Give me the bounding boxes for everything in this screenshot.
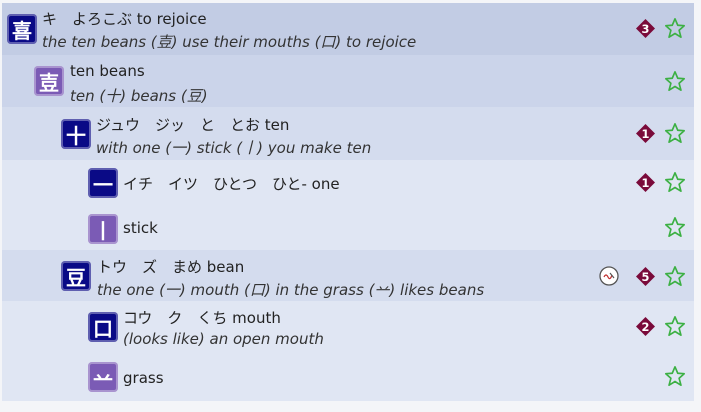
kanji-row-一: 一 イチ イツ ひとつ ひと- one 1 xyxy=(2,160,694,206)
kanji-reading: コウ ク くち mouth xyxy=(123,309,281,327)
kanji-mnemonic: ten (十) beans (豆) xyxy=(70,87,208,105)
kanji-breakdown-panel: 喜 キ よろこぶ to rejoice the ten beans (壴) us… xyxy=(2,3,694,401)
kanji-tile[interactable]: 喜 xyxy=(7,14,37,44)
kanji-row-壴: 壴 ten beans ten (十) beans (豆) xyxy=(2,55,694,107)
kanji-row-喜: 喜 キ よろこぶ to rejoice the ten beans (壴) us… xyxy=(2,3,694,55)
svg-text:5: 5 xyxy=(642,270,650,284)
frequency-badge-icon: 1 xyxy=(636,124,655,143)
kanji-tile[interactable]: 壴 xyxy=(34,66,64,96)
kanji-mnemonic: with one (一) stick (丨) you make ten xyxy=(96,139,372,157)
kanji-tile[interactable]: 口 xyxy=(88,312,118,342)
svg-text:3: 3 xyxy=(642,22,650,36)
kanji-tile[interactable]: 豆 xyxy=(61,261,91,291)
kanji-mnemonic: the ten beans (壴) use their mouths (口) t… xyxy=(42,33,417,51)
frequency-badge-icon: 2 xyxy=(636,317,655,336)
kanji-tile[interactable]: 一 xyxy=(88,168,118,198)
favorite-star-icon[interactable] xyxy=(664,315,686,337)
favorite-star-icon[interactable] xyxy=(664,70,686,92)
kanji-tile[interactable]: 丨 xyxy=(88,214,118,244)
kanji-row-口: 口 コウ ク くち mouth (looks like) an open mou… xyxy=(2,301,694,353)
kanji-reading: トウ ズ まめ bean xyxy=(97,258,245,276)
sound-icon[interactable] xyxy=(599,266,619,286)
frequency-badge-icon: 1 xyxy=(636,173,655,192)
kanji-tile[interactable]: 䒑 xyxy=(88,362,118,392)
kanji-mnemonic: (looks like) an open mouth xyxy=(123,330,324,348)
kanji-reading: ジュウ ジッ と とお ten xyxy=(96,116,290,134)
kanji-reading: stick xyxy=(123,219,158,237)
frequency-badge-icon: 3 xyxy=(636,19,655,38)
kanji-row-豆: 豆 トウ ズ まめ bean the one (一) mouth (口) in … xyxy=(2,250,694,301)
kanji-row-丨: 丨 stick xyxy=(2,206,694,250)
svg-text:1: 1 xyxy=(642,127,650,141)
favorite-star-icon[interactable] xyxy=(664,122,686,144)
kanji-mnemonic: the one (一) mouth (口) in the grass (䒑) l… xyxy=(97,281,485,299)
frequency-badge-icon: 5 xyxy=(636,267,655,286)
kanji-reading: キ よろこぶ to rejoice xyxy=(42,10,207,28)
kanji-tile[interactable]: 十 xyxy=(61,119,91,149)
favorite-star-icon[interactable] xyxy=(664,171,686,193)
kanji-row-䒑: 䒑 grass xyxy=(2,353,694,401)
kanji-reading: grass xyxy=(123,369,164,387)
kanji-reading: イチ イツ ひとつ ひと- one xyxy=(123,175,340,193)
kanji-row-十: 十 ジュウ ジッ と とお ten with one (一) stick (丨)… xyxy=(2,107,694,160)
kanji-reading: ten beans xyxy=(70,62,145,80)
favorite-star-icon[interactable] xyxy=(664,365,686,387)
favorite-star-icon[interactable] xyxy=(664,265,686,287)
svg-text:2: 2 xyxy=(642,320,650,334)
svg-text:1: 1 xyxy=(642,176,650,190)
favorite-star-icon[interactable] xyxy=(664,216,686,238)
favorite-star-icon[interactable] xyxy=(664,17,686,39)
